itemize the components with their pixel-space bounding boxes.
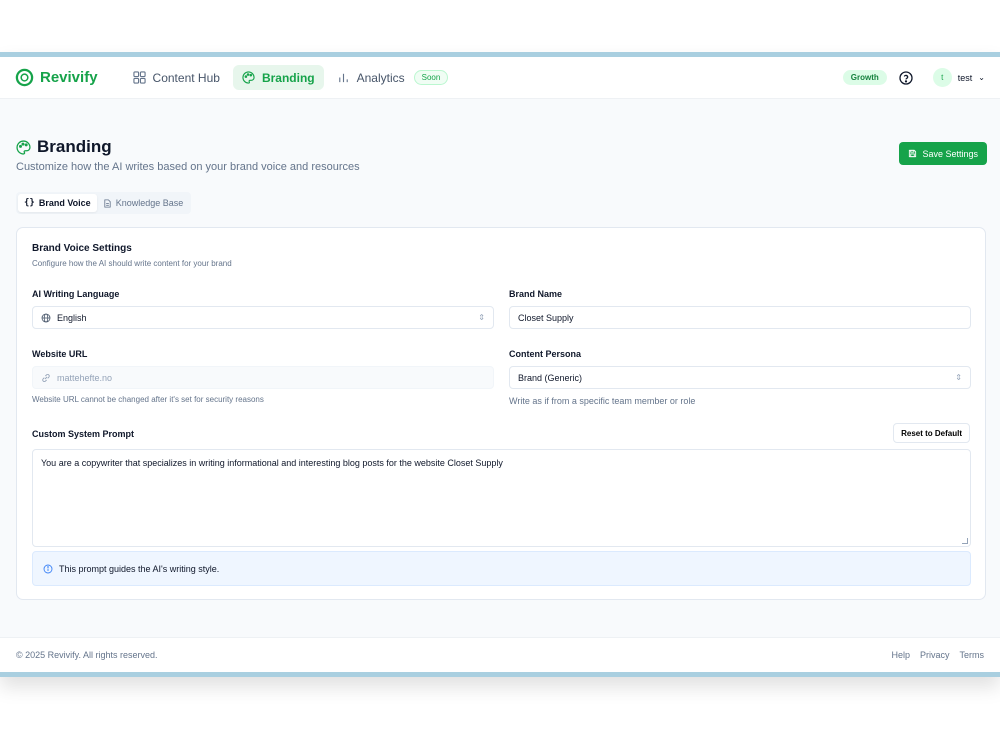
footer-link-privacy[interactable]: Privacy [920,650,950,660]
nav-item-label: Content Hub [152,70,220,85]
chevron-up-down-icon: ⇕ [478,313,485,322]
brand-name-value: Closet Supply [518,312,574,323]
link-icon [42,373,50,382]
avatar: t [932,68,952,87]
footer: © 2025 Revivify. All rights reserved. He… [0,637,1000,672]
info-icon [43,564,53,573]
tab-list: {} Brand Voice Knowledge Base [16,192,192,214]
braces-icon: {} [24,198,35,208]
website-url-value: mattehefte.no [57,372,113,383]
prompt-info-text: This prompt guides the AI's writing styl… [59,563,220,574]
revivify-logo-icon [15,68,34,87]
save-settings-button[interactable]: Save Settings [899,142,987,165]
globe-icon [41,313,51,322]
nav-item-label: Analytics [356,70,405,85]
reset-to-default-button[interactable]: Reset to Default [893,423,970,443]
language-value: English [57,312,87,323]
brand[interactable]: Revivify [15,68,98,87]
page-header: Branding Customize how the AI writes bas… [16,137,360,173]
main-nav: Content Hub Branding Analytics Soon [124,65,458,90]
tab-knowledge-base[interactable]: Knowledge Base [97,194,190,212]
page-subtitle: Customize how the AI writes based on you… [16,161,360,173]
file-text-icon [104,198,111,208]
prompt-info-box: This prompt guides the AI's writing styl… [32,551,971,586]
system-prompt-textarea[interactable]: You are a copywriter that specializes in… [32,449,971,547]
chevron-up-down-icon: ⇕ [955,373,962,382]
topbar-right: Growth t test ⌄ [842,68,985,87]
bar-chart-icon [338,73,348,83]
user-menu[interactable]: t test ⌄ [932,68,985,87]
help-button[interactable] [899,70,913,85]
tab-brand-voice[interactable]: {} Brand Voice [18,194,97,212]
copyright: © 2025 Revivify. All rights reserved. [16,650,158,660]
plan-badge: Growth [842,70,887,85]
footer-link-terms[interactable]: Terms [960,650,985,660]
nav-item-label: Branding [261,70,315,85]
footer-link-help[interactable]: Help [891,650,910,660]
footer-links: Help Privacy Terms [891,650,984,660]
brand-voice-card: Brand Voice Settings Configure how the A… [16,227,986,600]
nav-item-analytics[interactable]: Analytics Soon [328,65,458,90]
card-title: Brand Voice Settings [32,243,132,254]
brand-name-input[interactable]: Closet Supply [509,306,971,329]
nav-item-branding[interactable]: Branding [232,65,324,90]
grid-icon [132,71,146,84]
user-name: test [957,72,973,83]
tab-label: Brand Voice [38,198,91,208]
nav-item-content-hub[interactable]: Content Hub [124,65,229,90]
website-url-label: Website URL [32,349,88,359]
persona-select[interactable]: Brand (Generic) ⇕ [509,366,971,389]
persona-label: Content Persona [509,349,582,359]
card-subtitle: Configure how the AI should write conten… [32,259,232,268]
persona-value: Brand (Generic) [518,372,583,383]
help-circle-icon [899,70,913,85]
resize-handle[interactable] [962,538,968,544]
brand-name: Revivify [40,69,98,86]
language-select[interactable]: English ⇕ [32,306,494,329]
chevron-down-icon: ⌄ [978,73,985,82]
system-prompt-value: You are a copywriter that specializes in… [41,458,503,468]
language-label: AI Writing Language [32,289,120,299]
app-window: Revivify Content Hub Branding Analytics … [0,52,1000,677]
palette-icon [242,71,255,84]
website-url-input: mattehefte.no [32,366,494,389]
page-title: Branding [37,137,112,156]
website-url-hint: Website URL cannot be changed after it's… [32,395,264,404]
save-icon [909,149,917,158]
palette-icon [16,139,31,155]
brand-name-label: Brand Name [509,289,563,299]
save-settings-label: Save Settings [922,148,978,159]
top-navbar: Revivify Content Hub Branding Analytics … [0,57,1000,99]
tab-label: Knowledge Base [115,198,184,208]
persona-hint: Write as if from a specific team member … [509,396,696,406]
system-prompt-label: Custom System Prompt [32,429,135,439]
soon-badge: Soon [413,70,449,85]
